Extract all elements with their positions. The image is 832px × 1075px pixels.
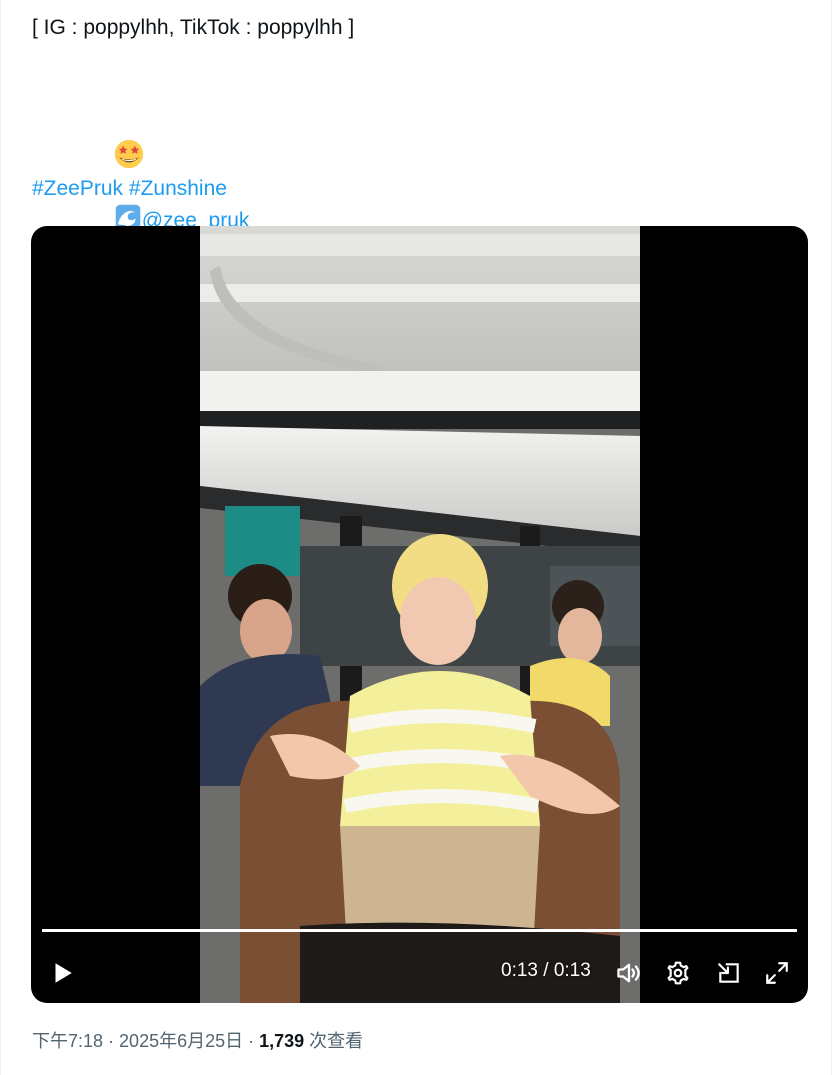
settings-icon [667, 961, 689, 985]
play-button[interactable] [45, 956, 79, 990]
tweet-time[interactable]: 下午7:18 [32, 1031, 103, 1051]
meta-separator: · [103, 1031, 120, 1051]
tweet-meta: 下午7:18 · 2025年6月25日 · 1,739 次查看 [32, 1028, 363, 1054]
meta-separator: · [243, 1031, 260, 1051]
tweet-date[interactable]: 2025年6月25日 [119, 1031, 243, 1051]
pip-button[interactable] [712, 956, 746, 990]
mention-line: @zee_pruk [32, 142, 802, 329]
fullscreen-button[interactable] [760, 956, 794, 990]
video-frame[interactable] [200, 226, 640, 1003]
pip-icon [718, 963, 739, 983]
view-count-label: 次查看 [304, 1031, 364, 1051]
tweet-detail: [ IG : poppylhh, TikTok : poppylhh ] @ze… [0, 0, 832, 1075]
play-icon [55, 963, 72, 983]
volume-icon [617, 963, 640, 983]
elapsed-time: 0:13 [501, 960, 538, 981]
view-count: 1,739 [259, 1031, 305, 1051]
video-player[interactable]: 0:13 / 0:13 [31, 226, 808, 1003]
hashtag-zeepruk[interactable]: #ZeePruk [32, 177, 123, 200]
tweet-body: [ IG : poppylhh, TikTok : poppylhh ] @ze… [32, 12, 802, 329]
time-separator: / [537, 960, 554, 981]
emoji-line [32, 77, 802, 169]
time-display: 0:13 / 0:13 [501, 960, 591, 982]
credit-line: [ IG : poppylhh, TikTok : poppylhh ] [32, 16, 355, 39]
progress-bar[interactable] [42, 929, 797, 932]
progress-fill [42, 929, 797, 932]
volume-button[interactable] [612, 956, 646, 990]
hashtag-zunshine[interactable]: #Zunshine [129, 177, 227, 200]
settings-button[interactable] [661, 956, 695, 990]
duration-time: 0:13 [553, 960, 591, 981]
fullscreen-icon [766, 962, 788, 984]
hashtag-line: #ZeePruk #Zunshine [32, 173, 802, 204]
